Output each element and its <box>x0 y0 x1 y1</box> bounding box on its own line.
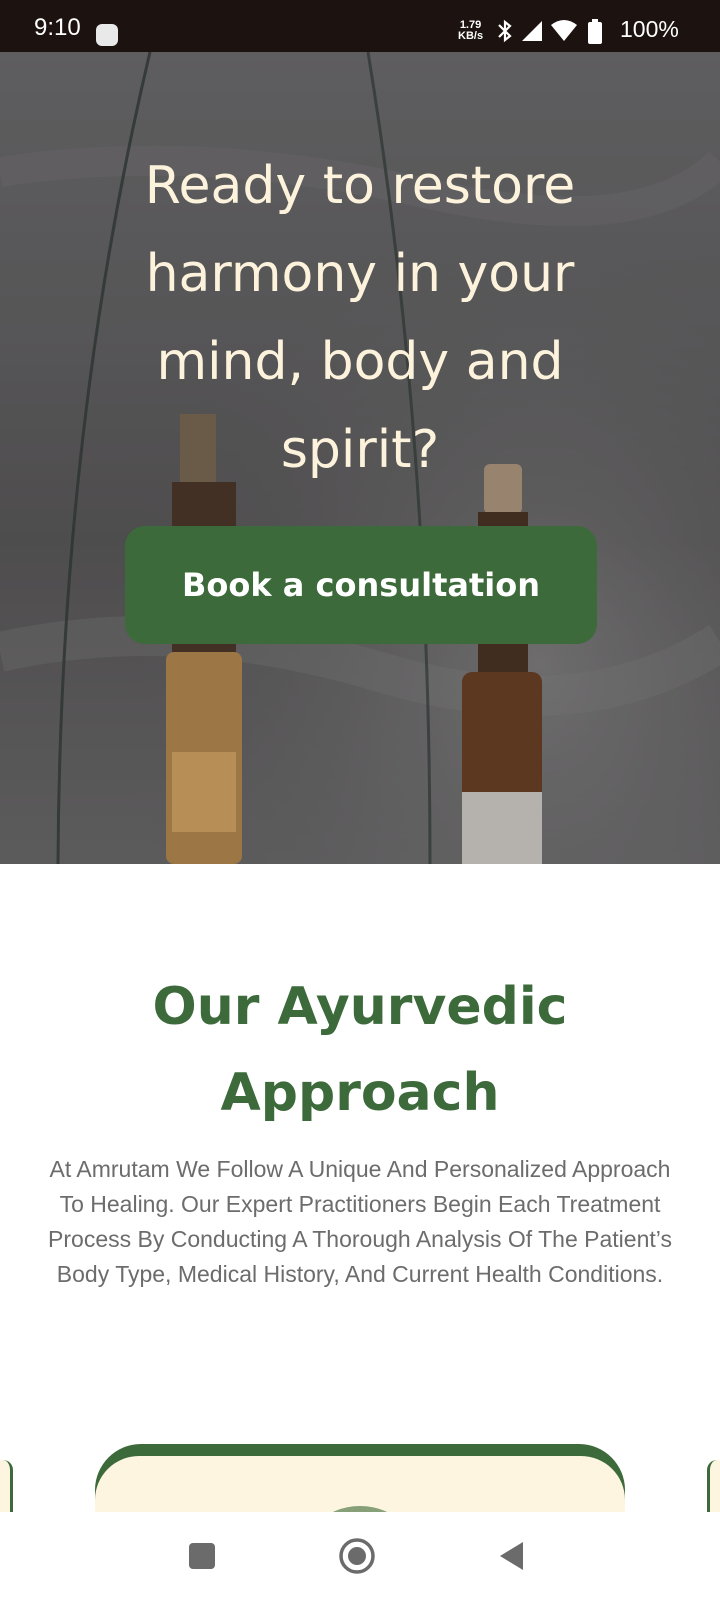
approach-title: Our Ayurvedic Approach <box>152 977 568 1123</box>
navigation-bar <box>0 1512 720 1600</box>
back-icon <box>500 1542 523 1570</box>
status-time: 9:10 <box>34 14 81 41</box>
battery-percentage: 100% <box>620 16 679 42</box>
bluetooth-icon <box>498 19 512 43</box>
back-button[interactable] <box>488 1532 536 1580</box>
wifi-icon <box>551 20 577 41</box>
home-icon <box>339 1538 375 1574</box>
hero-section: Ready to restore harmony in your mind, b… <box>0 52 720 864</box>
notification-icon <box>96 24 118 46</box>
home-button[interactable] <box>333 1532 381 1580</box>
network-speed: 1.79 KB/s <box>458 20 483 42</box>
status-bar: 9:10 1.79 KB/s 100% <box>0 0 720 52</box>
next-card[interactable] <box>707 1460 720 1520</box>
battery-icon <box>588 19 602 44</box>
book-consultation-button[interactable]: Book a consultation <box>125 526 597 644</box>
recents-button[interactable] <box>178 1532 226 1580</box>
approach-description: At Amrutam We Follow A Unique And Person… <box>48 1156 672 1287</box>
network-speed-unit: KB/s <box>458 30 484 42</box>
hero-title: Ready to restore harmony in your mind, b… <box>144 156 576 480</box>
signal-icon <box>522 21 542 41</box>
previous-card[interactable] <box>0 1460 13 1520</box>
recents-icon <box>189 1543 215 1569</box>
